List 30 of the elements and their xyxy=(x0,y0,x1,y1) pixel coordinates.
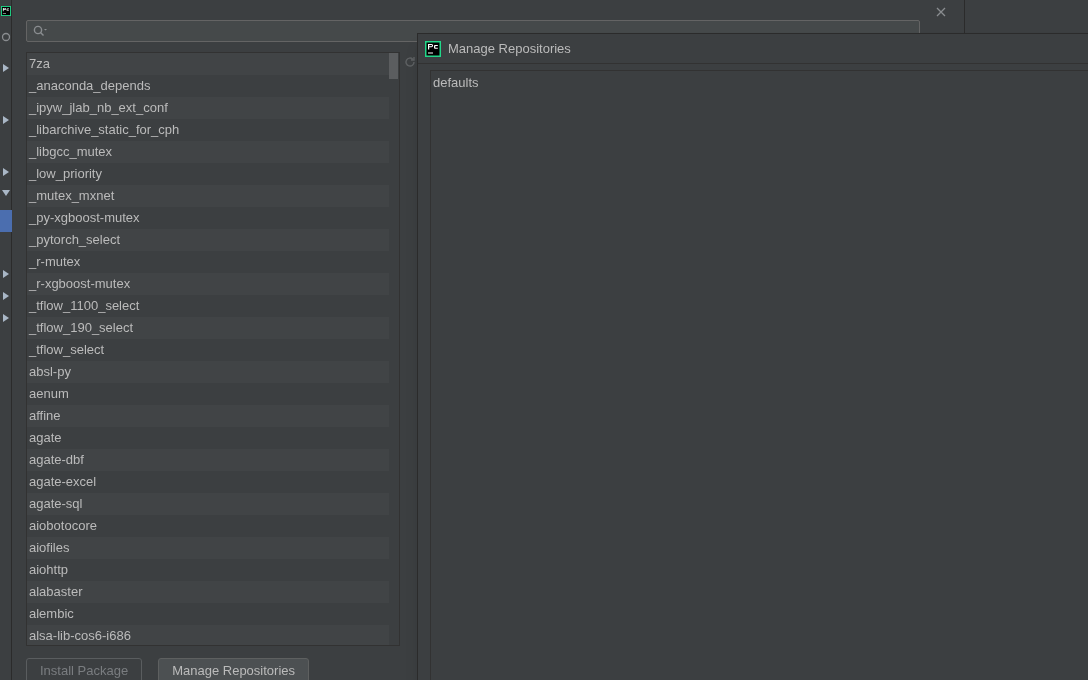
manage-repositories-button[interactable]: Manage Repositories xyxy=(158,657,310,680)
refresh-icon[interactable] xyxy=(404,55,416,68)
scrollbar[interactable] xyxy=(389,52,398,79)
collapse-arrow-icon xyxy=(1,190,10,196)
dialog-title: Manage Repositories xyxy=(448,39,571,58)
expand-arrow-icon xyxy=(2,168,9,176)
app-logo-icon xyxy=(425,40,441,57)
app-logo-icon xyxy=(0,4,11,18)
package-item[interactable]: affine xyxy=(27,404,389,427)
package-item[interactable]: _pytorch_select xyxy=(27,228,389,251)
package-item[interactable]: agate-sql xyxy=(27,492,389,515)
package-item[interactable]: absl-py xyxy=(27,360,389,383)
selection-highlight xyxy=(0,210,12,232)
package-item[interactable]: _ipyw_jlab_nb_ext_conf xyxy=(27,96,389,119)
package-item[interactable]: alsa-lib-cos6-i686 xyxy=(27,624,389,645)
package-item[interactable]: agate-dbf xyxy=(27,448,389,471)
package-item[interactable]: _r-xgboost-mutex xyxy=(27,272,389,295)
package-item[interactable]: _libgcc_mutex xyxy=(27,140,389,163)
expand-arrow-icon xyxy=(2,116,9,124)
package-item[interactable]: aiofiles xyxy=(27,536,389,559)
expand-arrow-icon xyxy=(2,270,9,278)
package-item[interactable]: alabaster xyxy=(27,580,389,603)
expand-arrow-icon xyxy=(2,64,9,72)
repository-item[interactable]: defaults xyxy=(433,73,1088,93)
package-item[interactable]: _tflow_190_select xyxy=(27,316,389,339)
expand-arrow-icon xyxy=(2,292,9,300)
package-item[interactable]: _mutex_mxnet xyxy=(27,184,389,207)
close-icon[interactable] xyxy=(936,7,946,17)
expand-arrow-icon xyxy=(2,314,9,322)
package-item[interactable]: 7za xyxy=(27,52,389,75)
